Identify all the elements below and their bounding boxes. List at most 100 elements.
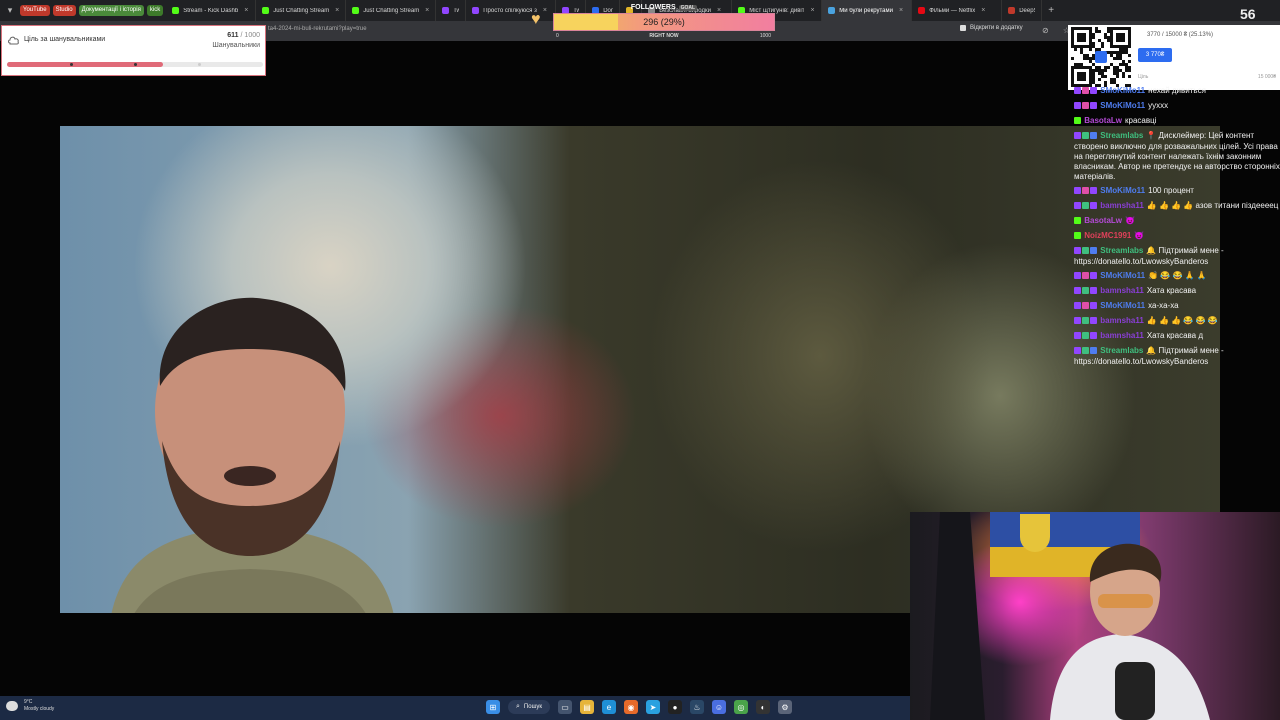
chat-username[interactable]: bamnsha11	[1100, 331, 1144, 340]
tab-favicon-icon	[828, 7, 836, 14]
badge-icon	[1090, 202, 1097, 209]
search-box[interactable]: ⌕ Пошук	[508, 700, 551, 714]
discord-icon[interactable]: ☺	[712, 700, 727, 714]
open-in-app-button[interactable]: Відкрити в додатку	[960, 25, 1023, 31]
chat-username[interactable]: Streamlabs	[1100, 346, 1143, 355]
goal-progress-fill	[7, 62, 164, 67]
chat-badges	[1074, 317, 1098, 327]
chat-message: Streamlabs 🔔 Підтримай мене - https://don…	[1074, 246, 1280, 267]
qr-code[interactable]	[1071, 27, 1131, 87]
chat-username[interactable]: bamnsha11	[1100, 201, 1144, 210]
new-tab-button[interactable]: +	[1048, 5, 1054, 16]
edge-icon[interactable]: e	[602, 700, 617, 714]
chat-username[interactable]: SMoKiMo11	[1100, 301, 1145, 310]
chat-message: bamnsha11 Хата красава	[1074, 286, 1280, 297]
tab-close-icon[interactable]: ×	[335, 7, 339, 14]
github-icon[interactable]: ◐	[756, 700, 771, 714]
badge-icon	[1090, 102, 1097, 109]
bookmark-item[interactable]: Studio	[52, 5, 76, 16]
tab-favicon-icon	[442, 7, 450, 14]
tab-label: Just Chatting Stream	[273, 7, 330, 14]
browser-tab[interactable]: Ми були рекрутами ×	[822, 0, 913, 21]
badge-icon	[1074, 287, 1081, 294]
browser-tab[interactable]: Просто спілкуюся з ×	[466, 0, 557, 21]
chat-text: 😈	[1125, 216, 1135, 225]
browser-tab[interactable]: Twitch	[436, 0, 467, 21]
obs-icon[interactable]: ●	[668, 700, 683, 714]
badge-icon	[1090, 247, 1097, 254]
chat-badges	[1074, 332, 1098, 342]
tab-menu-icon[interactable]: ▾	[0, 0, 20, 21]
tab-close-icon[interactable]: ×	[810, 7, 814, 14]
chat-message: Streamlabs 🔔 Підтримай мене - https://don…	[1074, 346, 1280, 366]
supporters-goal-widget: Ціль за шанувальниками 611 / 1000 Шанува…	[1, 25, 266, 76]
chat-badges	[1074, 347, 1098, 357]
tab-label: DeepState	[1019, 7, 1035, 14]
chat-username[interactable]: BasotaLw	[1084, 216, 1122, 225]
bookmark-item[interactable]: YouTube	[20, 5, 50, 16]
windows-start-icon[interactable]: ⊞	[486, 700, 500, 714]
file-explorer-icon[interactable]: ▤	[580, 700, 595, 714]
badge-icon	[1074, 347, 1081, 354]
browser-tab[interactable]: Just Chatting Stream ×	[256, 0, 347, 21]
browser-tab[interactable]: Just Chatting Stream ×	[346, 0, 437, 21]
chat-username[interactable]: bamnsha11	[1100, 286, 1144, 295]
browser-tab[interactable]: Stream - Kick Dashb ×	[166, 0, 257, 21]
badge-icon	[1090, 317, 1097, 324]
tab-favicon-icon	[918, 7, 926, 14]
chat-text: 👏 😂 😂 🙏 🙏	[1148, 271, 1207, 280]
chat-badges	[1074, 217, 1082, 227]
tab-close-icon[interactable]: ×	[543, 7, 547, 14]
chat-username[interactable]: SMoKiMo11	[1100, 186, 1145, 195]
tab-favicon-icon	[262, 7, 270, 14]
chat-message: SMoKiMo11 👏 😂 😂 🙏 🙏	[1074, 271, 1280, 282]
badge-icon	[1090, 332, 1097, 339]
badge-icon	[1074, 217, 1081, 224]
donation-min-label: Ціль	[1138, 74, 1149, 80]
chat-username[interactable]: BasotaLw	[1084, 116, 1122, 125]
chrome-icon[interactable]: ◎	[734, 700, 749, 714]
badge-icon	[1074, 302, 1081, 309]
url-field[interactable]: ta4-2024-mi-buli-rekrutami?play=true	[268, 26, 367, 32]
browser-tab[interactable]: DeepState	[1002, 0, 1043, 21]
badge-icon	[1074, 117, 1081, 124]
open-app-icon	[960, 25, 966, 31]
windows-taskbar: 9°C Mostly cloudy ⊞ ⌕ Пошук ▭ ▤ e ◉ ➤ ● ♨ ☺ ◎ ◐ ⚙	[0, 696, 910, 720]
chat-message: SMoKiMo11 100 процент	[1074, 186, 1280, 197]
stream-screen: ▾ YouTube Studio Документації і історія kic…	[0, 0, 1280, 720]
tab-close-icon[interactable]: ×	[981, 7, 985, 14]
telegram-icon[interactable]: ➤	[646, 700, 661, 714]
chat-message: SMoKiMo11 ууххх	[1074, 101, 1280, 112]
tab-close-icon[interactable]: ×	[425, 7, 429, 14]
badge-icon	[1082, 87, 1089, 94]
settings-icon[interactable]: ⚙	[778, 700, 793, 714]
chat-username[interactable]: SMoKiMo11	[1100, 271, 1145, 280]
bookmark-item[interactable]: kick	[146, 5, 164, 16]
badge-icon	[1074, 332, 1081, 339]
search-icon: ⌕	[516, 703, 520, 710]
steam-icon[interactable]: ♨	[690, 700, 705, 714]
chat-username[interactable]: SMoKiMo11	[1100, 101, 1145, 110]
browser-tab[interactable]: Фільми — Netflix ×	[912, 0, 1003, 21]
firefox-icon[interactable]: ◉	[624, 700, 639, 714]
donation-badge: 3 770₴	[1138, 48, 1172, 62]
chat-message: SMoKiMo11 ха-ха-ха	[1074, 301, 1280, 312]
weather-desc: Mostly cloudy	[24, 706, 55, 712]
bookmarks-bar: YouTube Studio Документації і історія kick	[20, 5, 166, 16]
chat-username[interactable]: Streamlabs	[1100, 131, 1143, 140]
chat-username[interactable]: bamnsha11	[1100, 316, 1144, 325]
chat-username[interactable]: Streamlabs	[1100, 246, 1143, 255]
bookmark-item[interactable]: Документації і історія	[78, 5, 144, 16]
donation-max-label: 15 000₴	[1257, 74, 1276, 80]
followers-tag: GOAL	[678, 5, 698, 11]
streamer-figure	[930, 512, 1210, 720]
task-view-icon[interactable]: ▭	[558, 700, 573, 714]
chat-username[interactable]: NoizMC1991	[1084, 231, 1131, 240]
chat-badges	[1074, 117, 1082, 127]
chat-message: SMoKiMo11 нехай дивиться	[1074, 86, 1280, 97]
webcam-feed	[910, 512, 1280, 720]
chat-username[interactable]: SMoKiMo11	[1100, 86, 1145, 95]
tab-close-icon[interactable]: ×	[244, 7, 248, 14]
tab-close-icon[interactable]: ×	[899, 7, 903, 14]
weather-widget[interactable]: 9°C Mostly cloudy	[6, 699, 54, 713]
